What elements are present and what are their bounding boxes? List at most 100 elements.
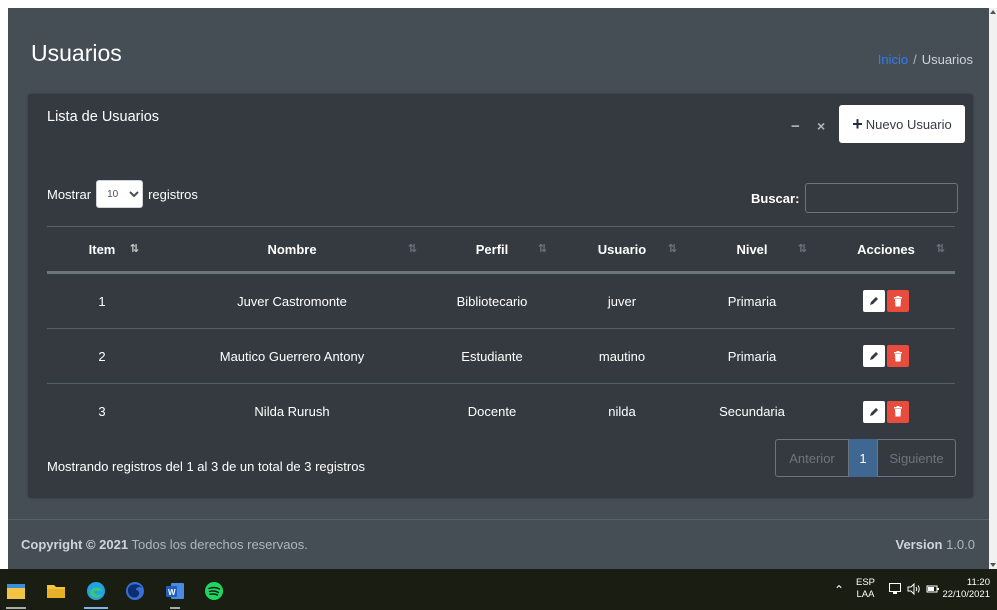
scroll-down-icon[interactable]	[990, 563, 996, 567]
spotify-icon[interactable]	[204, 581, 224, 601]
firefox-icon[interactable]	[125, 581, 145, 601]
sort-asc-icon: ⇅	[129, 242, 139, 255]
active-app-indicator	[6, 607, 26, 609]
new-user-button[interactable]: + Nuevo Usuario	[839, 105, 965, 143]
word-icon[interactable]: W	[165, 581, 185, 601]
pencil-icon	[870, 297, 878, 305]
copyright: Copyright © 2021 Todos los derechos rese…	[21, 537, 308, 552]
cell-nombre: Mautico Guerrero Antony	[219, 348, 365, 364]
edge-icon[interactable]	[86, 581, 106, 601]
cell-usuario: juver	[607, 293, 637, 309]
cell-actions	[817, 400, 955, 423]
pagination: Anterior 1 Siguiente	[775, 439, 956, 477]
pagination-previous[interactable]: Anterior	[775, 439, 849, 477]
table-row: 1 Juver Castromonte Bibliotecario juver …	[47, 274, 955, 329]
file-explorer-icon[interactable]	[6, 581, 26, 601]
cell-nivel: Secundaria	[719, 404, 785, 419]
copyright-bold: Copyright © 2021	[21, 537, 129, 552]
cell-perfil: Estudiante	[461, 348, 523, 364]
length-suffix: registros	[148, 186, 198, 202]
collapse-card-button[interactable]: −	[791, 118, 800, 135]
clock-date: 22/10/2021	[942, 589, 990, 600]
cell-nivel: Primaria	[727, 293, 777, 309]
folder-icon[interactable]	[46, 581, 66, 601]
trash-icon	[894, 295, 902, 306]
delete-button[interactable]	[887, 345, 909, 367]
column-header-acciones[interactable]: Acciones ⇅	[817, 242, 955, 257]
trash-icon	[894, 406, 902, 417]
pencil-icon	[870, 407, 878, 416]
edit-button[interactable]	[863, 400, 885, 423]
version-value: 1.0.0	[946, 537, 975, 552]
delete-button[interactable]	[887, 400, 909, 423]
sort-icon: ⇅	[537, 242, 547, 255]
table-header: Item ⇅ Nombre ⇅ Perfil ⇅ Usuario ⇅ Nivel ⇅ Ac…	[47, 226, 955, 274]
plus-icon: +	[852, 114, 863, 134]
language-code: ESP	[856, 577, 876, 588]
volume-icon[interactable]	[907, 582, 921, 598]
chevron-up-icon[interactable]: ⌃	[834, 583, 844, 597]
active-app-indicator	[84, 607, 108, 609]
table-row: 3 Nilda Rurush Docente nilda Secundaria	[47, 384, 955, 439]
delete-button[interactable]	[887, 290, 909, 312]
breadcrumb-separator: /	[913, 52, 917, 67]
column-header-nombre[interactable]: Nombre ⇅	[157, 242, 427, 257]
cell-usuario: mautino	[598, 348, 646, 364]
length-menu: Mostrar 10 registros	[47, 180, 198, 208]
edit-button[interactable]	[863, 290, 885, 312]
pagination-next[interactable]: Siguiente	[877, 439, 956, 477]
search-label: Buscar:	[751, 190, 800, 206]
breadcrumb-current: Usuarios	[921, 52, 973, 67]
page-scrollbar[interactable]	[989, 8, 997, 569]
pagination-page[interactable]: 1	[849, 439, 877, 477]
version: Version 1.0.0	[895, 537, 975, 552]
scroll-up-icon[interactable]	[990, 10, 996, 14]
length-select[interactable]: 10	[96, 180, 144, 208]
remove-card-button[interactable]: ×	[817, 118, 825, 134]
cell-perfil: Bibliotecario	[456, 293, 528, 309]
language-indicator[interactable]: ESP LAA	[856, 577, 875, 601]
breadcrumb-home-link[interactable]: Inicio	[878, 52, 908, 67]
cell-actions	[817, 345, 955, 367]
app-content: Usuarios Inicio / Usuarios Lista de Usuari…	[8, 8, 989, 569]
cell-nombre: Juver Castromonte	[237, 293, 347, 309]
column-header-item[interactable]: Item ⇅	[47, 242, 157, 257]
new-user-label: Nuevo Usuario	[865, 116, 952, 132]
trash-icon	[894, 350, 902, 361]
column-header-perfil[interactable]: Perfil ⇅	[427, 242, 557, 257]
cell-usuario: nilda	[608, 404, 636, 419]
copyright-text: Todos los derechos reservaos.	[131, 537, 308, 552]
cell-perfil: Docente	[467, 404, 517, 419]
column-header-usuario[interactable]: Usuario ⇅	[557, 242, 687, 257]
top-strip	[0, 0, 997, 8]
cell-item: 2	[98, 348, 106, 364]
svg-text:W: W	[168, 588, 176, 597]
cell-item: 3	[98, 404, 106, 419]
table-info: Mostrando registros del 1 al 3 de un tot…	[47, 459, 365, 474]
version-label: Version	[895, 537, 943, 552]
table-row: 2 Mautico Guerrero Antony Estudiante mau…	[47, 329, 955, 384]
sort-icon: ⇅	[667, 242, 677, 255]
clock-time: 11:20	[966, 577, 990, 588]
edit-button[interactable]	[863, 345, 885, 367]
card-title: Lista de Usuarios	[47, 109, 160, 125]
network-icon[interactable]	[889, 583, 902, 598]
page-title: Usuarios	[31, 40, 122, 66]
keyboard-layout: LAA	[856, 589, 875, 600]
taskbar: W ⌃ ESP LAA 11:20 22/10/2021	[0, 569, 997, 610]
column-header-nivel[interactable]: Nivel ⇅	[687, 242, 817, 257]
footer: Copyright © 2021 Todos los derechos rese…	[8, 519, 989, 569]
search-filter: Buscar:	[751, 183, 959, 213]
users-card: Lista de Usuarios − × + Nuevo Usuario Mo…	[28, 94, 973, 498]
breadcrumb: Inicio / Usuarios	[878, 52, 973, 67]
battery-icon[interactable]	[926, 583, 940, 598]
search-input[interactable]	[805, 183, 959, 213]
cell-actions	[817, 290, 955, 312]
users-table: Item ⇅ Nombre ⇅ Perfil ⇅ Usuario ⇅ Nivel ⇅ Ac…	[47, 226, 955, 439]
length-prefix: Mostrar	[47, 186, 92, 202]
cell-nombre: Nilda Rurush	[254, 404, 330, 419]
cell-nivel: Primaria	[727, 348, 777, 364]
clock[interactable]: 11:20 22/10/2021	[942, 577, 990, 601]
sort-icon: ⇅	[797, 242, 807, 255]
cell-item: 1	[98, 293, 106, 309]
